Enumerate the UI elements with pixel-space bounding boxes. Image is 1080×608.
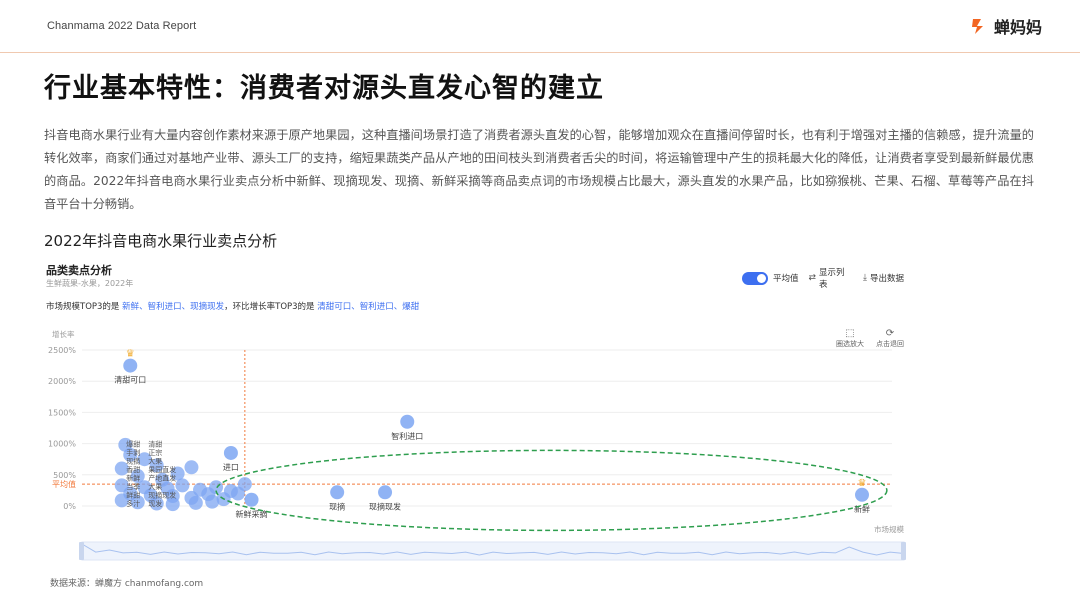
cluster-point-label: 鲜甜 xyxy=(126,491,140,500)
data-point xyxy=(237,477,252,492)
data-label: 现摘 xyxy=(329,501,345,511)
y-tick-label: 2500% xyxy=(48,346,76,355)
cluster-point-label: 新鲜 xyxy=(126,474,140,483)
data-point xyxy=(855,487,869,502)
highlight-ellipse xyxy=(215,449,888,532)
data-point xyxy=(123,358,138,373)
y-tick-label: 1500% xyxy=(48,408,76,417)
scatter-chart[interactable]: 0%500%1000%1500%2000%2500%平均值爆甜 清甜手剥 正宗现摘大… xyxy=(44,256,914,576)
cluster-point-label: 当季 xyxy=(126,482,140,491)
section-title: 2022年抖音电商水果行业卖点分析 xyxy=(44,232,278,250)
cluster-point-label: 产地直发 xyxy=(148,474,176,483)
average-line-label: 平均值 xyxy=(52,479,76,489)
data-point xyxy=(330,485,345,500)
chart-panel: 品类卖点分析 生鲜蔬果-水果，2022年 市场规模TOP3的是 新鲜、智利进口、… xyxy=(44,256,914,576)
data-source: 数据来源：蝉魔方 chanmofang.com xyxy=(50,579,204,589)
data-label: 新鲜 xyxy=(854,504,870,514)
range-slider-track xyxy=(81,541,905,561)
cluster-point-label: 正宗 xyxy=(148,448,162,457)
report-label: Chanmama 2022 Data Report xyxy=(47,20,197,32)
cluster-point-label: 手剥 xyxy=(126,448,140,457)
cluster-point-label: 爆甜 xyxy=(126,440,140,449)
brand-icon xyxy=(971,19,983,34)
header-divider xyxy=(0,52,1080,53)
y-tick-label: 0% xyxy=(63,502,76,511)
cluster-point-label: 现发 xyxy=(148,499,162,508)
x-axis-title: 市场规模 xyxy=(874,524,904,534)
cluster-point-label: 大果 xyxy=(148,482,162,491)
data-point xyxy=(244,492,259,507)
data-point xyxy=(184,460,199,475)
description-paragraph: 抖音电商水果行业有大量内容创作素材来源于原产地果园，这种直播间场景打造了消费者源… xyxy=(44,128,1034,211)
data-label: 智利进口 xyxy=(391,431,423,441)
cluster-point-label: 香甜 xyxy=(126,465,140,474)
y-tick-label: 2000% xyxy=(48,377,76,386)
brand-name: 蝉妈妈 xyxy=(993,18,1042,37)
crown-icon: ♛ xyxy=(126,349,135,360)
cluster-point-label: 现摘现发 xyxy=(148,491,176,500)
brand-logo: 蝉妈妈 xyxy=(970,14,1042,38)
cluster-point-label: 果园直发 xyxy=(148,465,176,474)
data-label: 现摘现发 xyxy=(369,501,401,511)
data-point xyxy=(400,414,415,429)
data-label: 清甜可口 xyxy=(114,375,146,385)
range-handle-left[interactable] xyxy=(79,542,84,560)
data-point xyxy=(175,478,190,493)
cluster-point-label: 大果 xyxy=(148,457,162,466)
data-point xyxy=(378,485,393,500)
crown-icon: ♛ xyxy=(858,478,867,489)
data-point xyxy=(223,445,238,460)
data-label: 进口 xyxy=(223,463,239,472)
range-handle-right[interactable] xyxy=(901,542,906,560)
cluster-point-label: 现摘 xyxy=(126,457,140,466)
cluster-point-label: 多汁 xyxy=(126,499,140,508)
y-tick-label: 1000% xyxy=(48,440,76,449)
y-tick-label: 500% xyxy=(53,471,76,480)
data-label: 新鲜采摘 xyxy=(236,509,268,519)
cluster-point-label: 清甜 xyxy=(148,440,162,449)
data-point xyxy=(188,495,203,510)
page-title: 行业基本特性：消费者对源头直发心智的建立 xyxy=(44,73,604,104)
